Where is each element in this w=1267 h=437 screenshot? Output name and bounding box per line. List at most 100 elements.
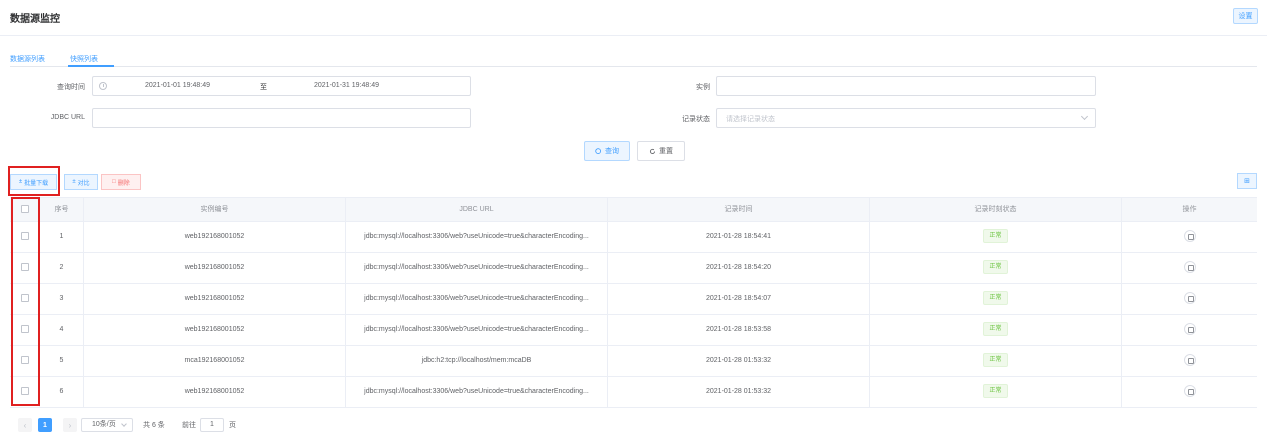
column-header-record-status: 记录时刻状态 — [870, 198, 1122, 222]
tab-snapshot-list[interactable]: 快照列表 — [70, 54, 98, 64]
table-row: 6 web192168001052 jdbc:mysql://localhost:3… — [10, 377, 1257, 408]
column-settings-button[interactable]: ⊞ — [1237, 173, 1257, 189]
row-status: 正常 — [870, 284, 1122, 314]
batch-download-label: 批量下载 — [24, 180, 49, 187]
camera-icon[interactable] — [1183, 385, 1196, 398]
page-title: 数据源监控 — [10, 14, 60, 25]
record-status-placeholder: 请选择记录状态 — [726, 116, 775, 123]
grid-icon: ⊞ — [1244, 178, 1250, 185]
reset-button[interactable]: 重置 — [637, 141, 685, 161]
row-checkbox[interactable] — [20, 356, 29, 365]
chevron-right-icon: › — [68, 420, 72, 430]
goto-unit: 页 — [229, 422, 236, 429]
status-badge: 正常 — [983, 322, 1008, 337]
table-row: 4 web192168001052 jdbc:mysql://localhost:3… — [10, 315, 1257, 346]
instance-label: 实例 — [696, 84, 710, 91]
goto-page-input[interactable]: 1 — [200, 418, 224, 432]
row-index: 1 — [40, 222, 84, 252]
table-row: 1 web192168001052 jdbc:mysql://localhost:3… — [10, 222, 1257, 253]
row-jdbc-url: jdbc:mysql://localhost:3306/web?useUnico… — [346, 284, 608, 314]
table-header: 序号 实例编号 JDBC URL 记录时间 记录时刻状态 操作 — [10, 197, 1257, 222]
jdbc-url-input[interactable] — [92, 108, 471, 128]
page-number-1[interactable]: 1 — [38, 418, 52, 432]
select-all-cell[interactable] — [10, 198, 40, 222]
row-jdbc-url: jdbc:h2:tcp://localhost/mem:mcaDB — [346, 346, 608, 376]
clock-icon — [99, 82, 107, 90]
date-range-picker[interactable]: 2021-01-01 19:48:49 至 2021-01-31 19:48:4… — [92, 76, 471, 96]
page-size-value: 10条/页 — [92, 421, 116, 428]
settings-button[interactable]: 设置 — [1233, 8, 1258, 24]
row-record-time: 2021-01-28 01:53:32 — [608, 377, 870, 407]
select-all-checkbox[interactable] — [20, 205, 29, 214]
search-icon — [595, 147, 602, 154]
chevron-left-icon: ‹ — [23, 420, 27, 430]
row-instance-id: web192168001052 — [84, 253, 346, 283]
next-page-button[interactable]: › — [63, 418, 77, 432]
compare-button[interactable]: ± 对比 — [64, 174, 98, 190]
row-jdbc-url: jdbc:mysql://localhost:3306/web?useUnico… — [346, 253, 608, 283]
row-checkbox-cell[interactable] — [10, 315, 40, 345]
delete-label: 删除 — [117, 180, 130, 187]
tab-datasource-list[interactable]: 数据源列表 — [10, 54, 45, 64]
instance-input[interactable] — [716, 76, 1096, 96]
camera-icon[interactable] — [1183, 261, 1196, 274]
camera-icon[interactable] — [1183, 292, 1196, 305]
row-instance-id: web192168001052 — [84, 377, 346, 407]
status-badge: 正常 — [983, 291, 1008, 306]
end-time[interactable]: 2021-01-31 19:48:49 — [314, 82, 379, 89]
status-badge: 正常 — [983, 384, 1008, 399]
row-checkbox[interactable] — [20, 232, 29, 241]
row-checkbox[interactable] — [20, 263, 29, 272]
row-jdbc-url: jdbc:mysql://localhost:3306/web?useUnico… — [346, 222, 608, 252]
row-instance-id: web192168001052 — [84, 284, 346, 314]
row-index: 6 — [40, 377, 84, 407]
row-checkbox[interactable] — [20, 325, 29, 334]
status-badge: 正常 — [983, 353, 1008, 368]
page-size-select[interactable]: 10条/页 — [81, 418, 133, 432]
camera-icon[interactable] — [1183, 230, 1196, 243]
row-operation — [1122, 346, 1257, 376]
camera-icon[interactable] — [1183, 323, 1196, 336]
batch-download-button[interactable]: ± 批量下载 — [10, 174, 57, 190]
row-status: 正常 — [870, 377, 1122, 407]
goto-label: 前往 — [182, 422, 196, 429]
trash-icon: □ — [112, 179, 116, 185]
row-checkbox-cell[interactable] — [10, 253, 40, 283]
query-time-label: 查询时间 — [57, 84, 85, 91]
row-operation — [1122, 315, 1257, 345]
row-checkbox-cell[interactable] — [10, 284, 40, 314]
column-header-jdbc-url: JDBC URL — [346, 198, 608, 222]
status-badge: 正常 — [983, 260, 1008, 275]
total-count: 共 6 条 — [143, 422, 165, 429]
row-checkbox-cell[interactable] — [10, 346, 40, 376]
row-index: 5 — [40, 346, 84, 376]
row-jdbc-url: jdbc:mysql://localhost:3306/web?useUnico… — [346, 377, 608, 407]
start-time[interactable]: 2021-01-01 19:48:49 — [145, 82, 210, 89]
jdbc-url-label: JDBC URL — [50, 114, 85, 121]
query-button[interactable]: 查询 — [584, 141, 630, 161]
row-jdbc-url: jdbc:mysql://localhost:3306/web?useUnico… — [346, 315, 608, 345]
table-row: 5 mca192168001052 jdbc:h2:tcp://localhost/… — [10, 346, 1257, 377]
row-instance-id: web192168001052 — [84, 315, 346, 345]
reset-button-label: 重置 — [659, 148, 673, 155]
row-index: 2 — [40, 253, 84, 283]
row-checkbox-cell[interactable] — [10, 222, 40, 252]
row-operation — [1122, 377, 1257, 407]
record-status-select[interactable]: 请选择记录状态 — [716, 108, 1096, 128]
camera-icon[interactable] — [1183, 354, 1196, 367]
record-status-label: 记录状态 — [682, 116, 710, 123]
row-checkbox[interactable] — [20, 387, 29, 396]
row-checkbox-cell[interactable] — [10, 377, 40, 407]
query-button-label: 查询 — [605, 148, 619, 155]
download-icon: ± — [18, 179, 23, 185]
row-checkbox[interactable] — [20, 294, 29, 303]
column-header-operation: 操作 — [1182, 206, 1197, 213]
chevron-down-icon — [1080, 112, 1089, 121]
prev-page-button[interactable]: ‹ — [18, 418, 32, 432]
row-record-time: 2021-01-28 18:53:58 — [608, 315, 870, 345]
status-badge: 正常 — [983, 229, 1008, 244]
column-header-record-time: 记录时间 — [608, 198, 870, 222]
row-record-time: 2021-01-28 18:54:41 — [608, 222, 870, 252]
row-index: 3 — [40, 284, 84, 314]
delete-button[interactable]: □ 删除 — [101, 174, 141, 190]
